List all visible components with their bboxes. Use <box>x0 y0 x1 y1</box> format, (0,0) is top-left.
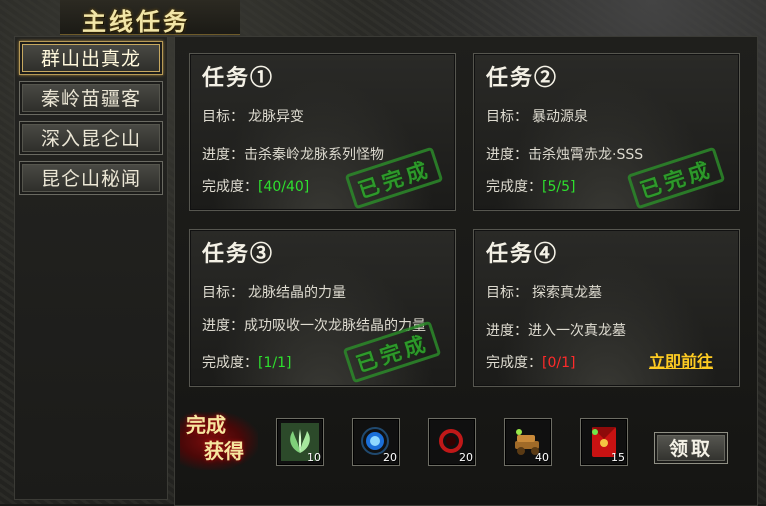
quest-progress: 进度：击杀秦岭龙脉系列怪物 <box>202 144 384 164</box>
goal-value: 暴动源泉 <box>532 109 588 125</box>
quest-completion: 完成度：[0/1] <box>486 352 575 372</box>
reward-slot-2[interactable]: 20 <box>352 418 400 466</box>
completion-label: 完成度： <box>202 355 258 371</box>
chapter-sidebar: 群山出真龙 秦岭苗疆客 深入昆仑山 昆仑山秘闻 <box>14 36 168 500</box>
completion-value: [1/1] <box>258 355 292 371</box>
window-title: 主线任务 <box>82 7 190 36</box>
quest-title: 任务② <box>486 65 559 91</box>
sidebar-item-chapter-2[interactable]: 秦岭苗疆客 <box>19 81 163 115</box>
goal-value: 龙脉结晶的力量 <box>248 285 346 301</box>
quest-completion: 完成度：[40/40] <box>202 176 309 196</box>
quest-card-2: 任务② 目标： 暴动源泉 进度：击杀烛霄赤龙·SSS 完成度：[5/5] 已完成 <box>473 53 740 211</box>
reward-bar: 完成 获得 10 20 20 40 15 领取 <box>176 400 756 500</box>
go-now-link[interactable]: 立即前往 <box>649 348 713 372</box>
quest-completion: 完成度：[5/5] <box>486 176 575 196</box>
goal-label: 目标： <box>486 109 528 125</box>
reward-count: 15 <box>611 451 625 464</box>
completion-label: 完成度： <box>486 179 542 195</box>
reward-count: 20 <box>383 451 397 464</box>
quest-goal: 目标： 暴动源泉 <box>486 106 588 126</box>
reward-slot-1[interactable]: 10 <box>276 418 324 466</box>
progress-value: 击杀烛霄赤龙·SSS <box>528 147 644 163</box>
reward-label-line2: 获得 <box>204 439 244 463</box>
goal-value: 龙脉异变 <box>248 109 304 125</box>
sidebar-item-chapter-4[interactable]: 昆仑山秘闻 <box>19 161 163 195</box>
reward-slot-5[interactable]: 15 <box>580 418 628 466</box>
goal-label: 目标： <box>202 109 244 125</box>
reward-slot-3[interactable]: 20 <box>428 418 476 466</box>
quest-completion: 完成度：[1/1] <box>202 352 291 372</box>
quest-title: 任务③ <box>202 241 275 267</box>
quest-card-1: 任务① 目标： 龙脉异变 进度：击杀秦岭龙脉系列怪物 完成度：[40/40] 已完… <box>189 53 456 211</box>
quest-progress: 进度：进入一次真龙墓 <box>486 320 626 340</box>
progress-value: 进入一次真龙墓 <box>528 323 626 339</box>
reward-count: 40 <box>535 451 549 464</box>
reward-count: 10 <box>307 451 321 464</box>
quest-goal: 目标： 龙脉结晶的力量 <box>202 282 346 302</box>
completion-value: [40/40] <box>258 179 310 195</box>
progress-label: 进度： <box>202 147 244 163</box>
progress-label: 进度： <box>486 323 528 339</box>
reward-slot-4[interactable]: 40 <box>504 418 552 466</box>
completion-label: 完成度： <box>486 355 542 371</box>
quest-title: 任务① <box>202 65 275 91</box>
quest-goal: 目标： 龙脉异变 <box>202 106 304 126</box>
reward-label-line1: 完成 <box>186 413 226 437</box>
reward-label: 完成 获得 <box>186 412 256 464</box>
goal-label: 目标： <box>202 285 244 301</box>
goal-label: 目标： <box>486 285 528 301</box>
quest-title: 任务④ <box>486 241 559 267</box>
progress-label: 进度： <box>486 147 528 163</box>
sidebar-item-chapter-3[interactable]: 深入昆仑山 <box>19 121 163 155</box>
progress-value: 击杀秦岭龙脉系列怪物 <box>244 147 384 163</box>
sidebar-item-chapter-1[interactable]: 群山出真龙 <box>19 41 163 75</box>
quest-card-3: 任务③ 目标： 龙脉结晶的力量 进度：成功吸收一次龙脉结晶的力量 完成度：[1/1… <box>189 229 456 387</box>
completion-value: [0/1] <box>542 355 576 371</box>
quest-goal: 目标： 探索真龙墓 <box>486 282 602 302</box>
completion-label: 完成度： <box>202 179 258 195</box>
quest-progress: 进度：击杀烛霄赤龙·SSS <box>486 144 643 164</box>
progress-label: 进度： <box>202 318 244 334</box>
completion-value: [5/5] <box>542 179 576 195</box>
quest-card-4: 任务④ 目标： 探索真龙墓 进度：进入一次真龙墓 完成度：[0/1] 立即前往 <box>473 229 740 387</box>
claim-button[interactable]: 领取 <box>654 432 728 464</box>
reward-count: 20 <box>459 451 473 464</box>
goal-value: 探索真龙墓 <box>532 285 602 301</box>
